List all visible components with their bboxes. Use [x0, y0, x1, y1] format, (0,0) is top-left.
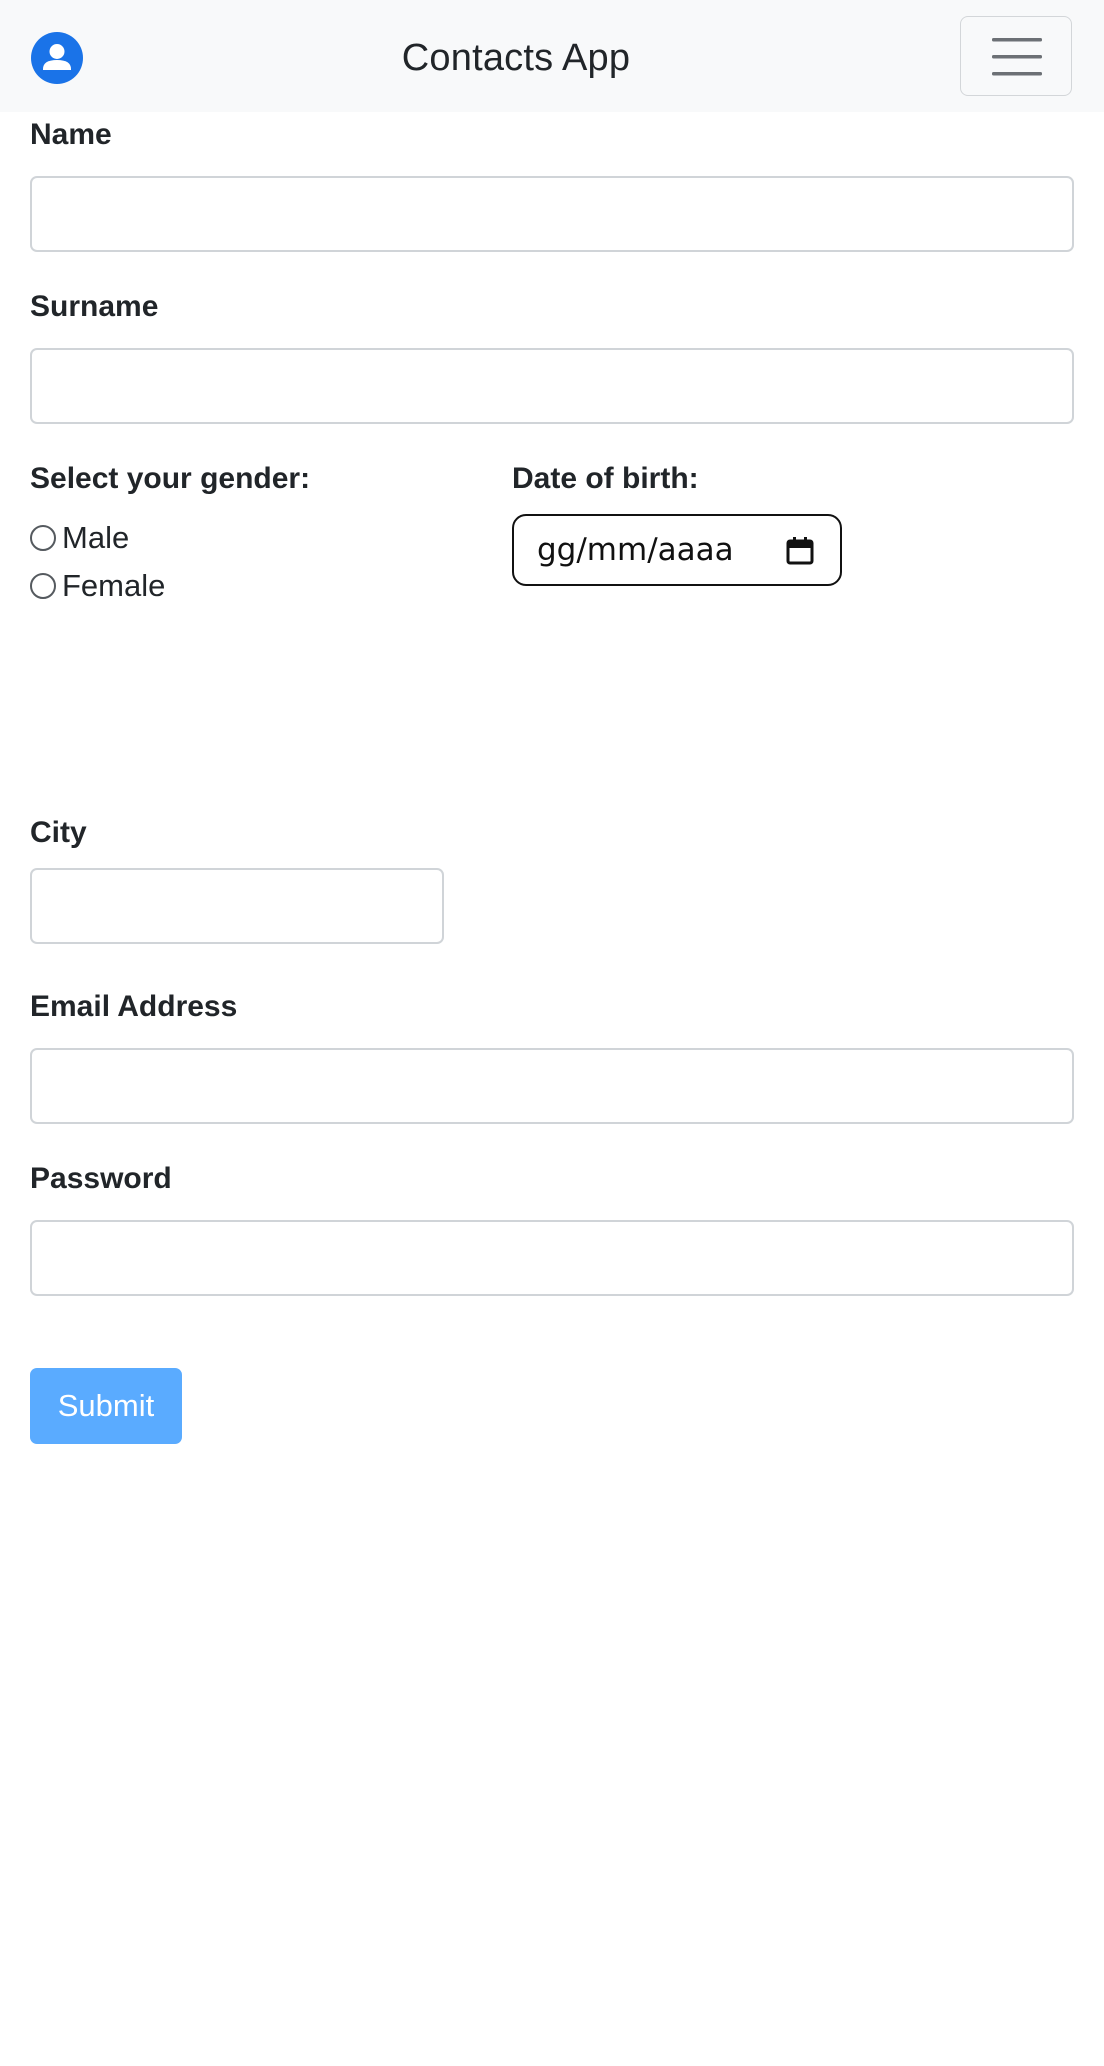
male-radio-label: Male — [62, 520, 130, 555]
gender-option-female[interactable]: Female — [30, 566, 165, 606]
dob-input[interactable]: gg/mm/aaaa — [512, 514, 842, 586]
submit-button[interactable]: Submit — [30, 1368, 182, 1444]
gender-label: Select your gender: — [30, 462, 311, 495]
calendar-icon[interactable] — [786, 536, 814, 566]
password-label: Password — [30, 1162, 172, 1195]
gender-option-male[interactable]: Male — [30, 518, 129, 558]
female-radio[interactable] — [30, 573, 56, 599]
male-radio[interactable] — [30, 525, 56, 551]
navbar: Contacts App — [0, 0, 1104, 112]
hamburger-menu-icon — [992, 38, 1042, 76]
menu-toggle-button[interactable] — [960, 16, 1072, 96]
email-input[interactable] — [30, 1048, 1074, 1124]
email-label: Email Address — [30, 990, 238, 1023]
password-input[interactable] — [30, 1220, 1074, 1296]
surname-label: Surname — [30, 290, 159, 323]
dob-label: Date of birth: — [512, 462, 699, 495]
city-label: City — [30, 816, 87, 849]
name-input[interactable] — [30, 176, 1074, 252]
name-label: Name — [30, 118, 112, 151]
dob-placeholder: gg/mm/aaaa — [537, 532, 734, 568]
female-radio-label: Female — [62, 568, 166, 603]
city-input[interactable] — [30, 868, 444, 944]
app-title: Contacts App — [401, 37, 631, 79]
surname-input[interactable] — [30, 348, 1074, 424]
